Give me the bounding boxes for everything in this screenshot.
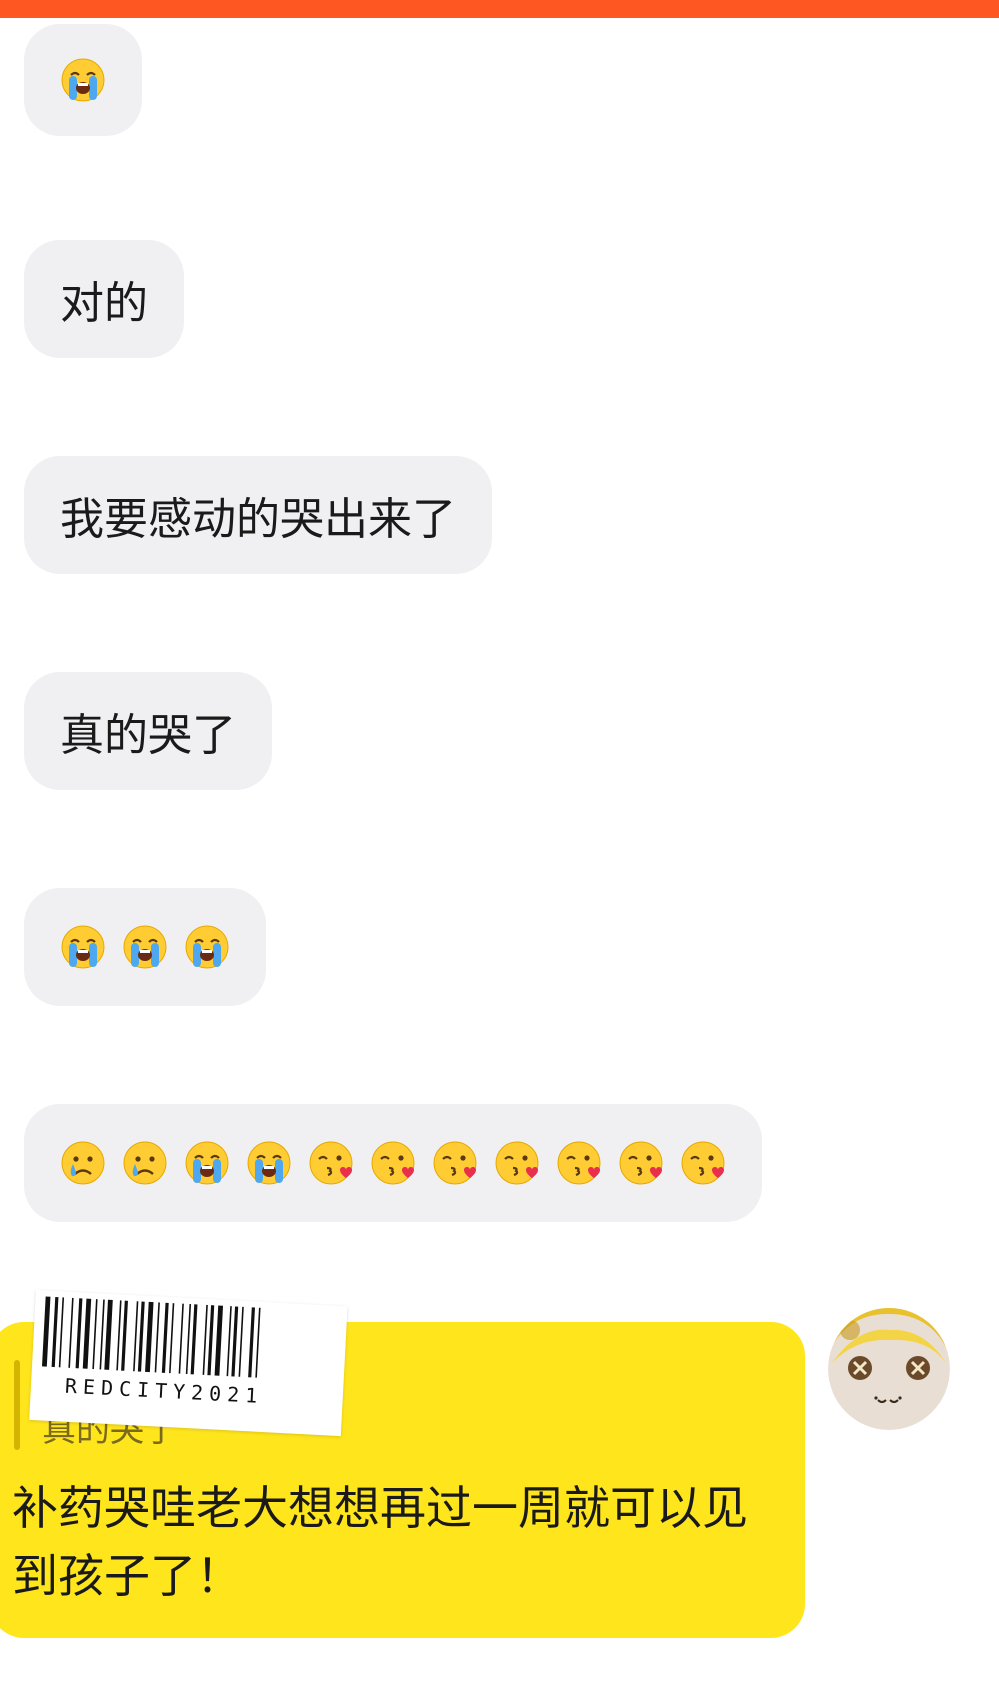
face-blowing-kiss-icon [432, 1140, 478, 1186]
message-text: 对的 [60, 278, 148, 329]
message-bubble[interactable]: 真的哭了 [24, 672, 272, 790]
message-text: 真的哭了 [60, 710, 236, 761]
loudly-crying-face-icon [122, 924, 168, 970]
face-blowing-kiss-icon [618, 1140, 664, 1186]
message-bubble-emoji[interactable] [24, 24, 142, 136]
face-blowing-kiss-icon [370, 1140, 416, 1186]
face-blowing-kiss-icon [494, 1140, 540, 1186]
face-blowing-kiss-icon [308, 1140, 354, 1186]
loudly-crying-face-icon [184, 924, 230, 970]
loudly-crying-face-icon [60, 57, 106, 103]
crying-face-icon [60, 1140, 106, 1186]
emoji-row [60, 924, 230, 970]
message-bubble-emoji[interactable] [24, 1104, 762, 1222]
loudly-crying-face-icon [60, 924, 106, 970]
plush-doll-avatar[interactable] [828, 1308, 950, 1430]
message-bubble[interactable]: 对的 [24, 240, 184, 358]
quote-indicator [14, 1360, 20, 1450]
crying-face-icon [122, 1140, 168, 1186]
message-bubble[interactable]: 我要感动的哭出来了 [24, 456, 492, 574]
message-bubble-emoji[interactable] [24, 888, 266, 1006]
barcode-sticker: REDCITY2021 [29, 1290, 348, 1437]
face-blowing-kiss-icon [680, 1140, 726, 1186]
loudly-crying-face-icon [246, 1140, 292, 1186]
message-text: 我要感动的哭出来了 [60, 494, 456, 545]
emoji-row [60, 1140, 726, 1186]
barcode-icon [42, 1296, 261, 1378]
face-blowing-kiss-icon [556, 1140, 602, 1186]
top-status-bar [0, 0, 999, 18]
emoji-row [60, 57, 106, 103]
reply-message-text: 补药哭哇老大想想再过一周就可以见到孩子了！ [12, 1481, 748, 1603]
loudly-crying-face-icon [184, 1140, 230, 1186]
